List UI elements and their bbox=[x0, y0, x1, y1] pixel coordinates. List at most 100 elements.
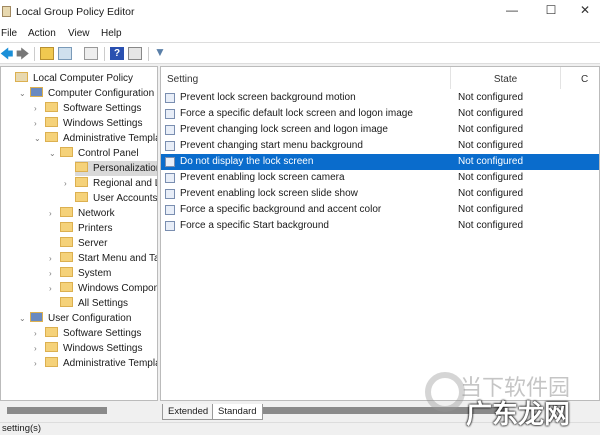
tree-item[interactable]: › System bbox=[49, 266, 111, 281]
folder-icon bbox=[45, 132, 58, 142]
tree-item-label: Control Panel bbox=[78, 148, 139, 159]
properties-icon[interactable] bbox=[128, 47, 142, 60]
folder-icon bbox=[60, 252, 73, 262]
setting-row[interactable]: Prevent changing lock screen and logon i… bbox=[161, 122, 599, 138]
column-setting[interactable]: Setting bbox=[161, 67, 451, 89]
setting-state: Not configured bbox=[458, 204, 524, 215]
tab-standard[interactable]: Standard bbox=[212, 404, 263, 420]
tree-item-label: Server bbox=[78, 238, 108, 249]
setting-row[interactable]: Prevent enabling lock screen slide show N… bbox=[161, 186, 599, 202]
chevron-right-icon[interactable]: › bbox=[34, 326, 37, 341]
chevron-right-icon[interactable]: › bbox=[34, 341, 37, 356]
folder-icon bbox=[60, 237, 73, 247]
policy-setting-icon bbox=[165, 157, 175, 167]
setting-name: Prevent changing lock screen and logon i… bbox=[180, 124, 388, 135]
tree-item[interactable]: ⌄ User Configuration bbox=[19, 311, 131, 326]
chevron-down-icon[interactable]: ⌄ bbox=[49, 146, 56, 161]
maximize-button[interactable]: ☐ bbox=[536, 3, 566, 21]
setting-row[interactable]: Force a specific Start background Not con… bbox=[161, 218, 599, 234]
policy-setting-icon bbox=[165, 221, 175, 231]
tree-item[interactable]: Server bbox=[60, 236, 107, 251]
menu-action[interactable]: Action bbox=[28, 28, 56, 39]
setting-state: Not configured bbox=[458, 156, 524, 167]
setting-state: Not configured bbox=[458, 124, 524, 135]
folder-icon bbox=[60, 282, 73, 292]
tab-extended[interactable]: Extended bbox=[162, 404, 215, 420]
chevron-right-icon[interactable]: › bbox=[34, 356, 37, 371]
tree-item[interactable]: Local Computer Policy bbox=[15, 71, 133, 86]
tree-item[interactable]: › Regional and Lang bbox=[64, 176, 157, 191]
show-hide-tree-icon[interactable] bbox=[58, 47, 72, 60]
menu-view[interactable]: View bbox=[68, 28, 90, 39]
tree-item[interactable]: Printers bbox=[60, 221, 112, 236]
folder-icon bbox=[60, 222, 73, 232]
setting-row[interactable]: Prevent lock screen background motion Not… bbox=[161, 90, 599, 106]
tree-item-label: Local Computer Policy bbox=[33, 73, 134, 84]
folder-icon bbox=[60, 207, 73, 217]
close-button[interactable]: ✕ bbox=[570, 3, 600, 21]
tree-item-label: Start Menu and Taskba bbox=[78, 253, 157, 264]
tree-item-label: Printers bbox=[78, 223, 113, 234]
tree-item-label: Computer Configuration bbox=[48, 88, 155, 99]
tree-item[interactable]: › Software Settings bbox=[34, 326, 141, 341]
up-folder-icon[interactable] bbox=[40, 47, 54, 60]
chevron-right-icon[interactable]: › bbox=[64, 176, 67, 191]
folder-icon bbox=[45, 357, 58, 367]
export-list-icon[interactable] bbox=[84, 47, 98, 60]
column-comment[interactable]: C bbox=[561, 67, 599, 89]
setting-name: Force a specific background and accent c… bbox=[180, 204, 382, 215]
tree-item[interactable]: › Windows Components bbox=[49, 281, 157, 296]
tree-item[interactable]: User Accounts bbox=[75, 191, 157, 206]
tree-item[interactable]: › Start Menu and Taskba bbox=[49, 251, 157, 266]
setting-row[interactable]: Prevent enabling lock screen camera Not c… bbox=[161, 170, 599, 186]
back-icon[interactable]: 🡄 bbox=[0, 45, 14, 61]
chevron-right-icon[interactable]: › bbox=[34, 116, 37, 131]
chevron-right-icon[interactable]: › bbox=[34, 101, 37, 116]
policy-setting-icon bbox=[165, 93, 175, 103]
setting-name: Force a specific default lock screen and… bbox=[180, 108, 413, 119]
setting-state: Not configured bbox=[458, 108, 524, 119]
filter-icon[interactable]: ▼ bbox=[154, 45, 168, 59]
chevron-down-icon[interactable]: ⌄ bbox=[19, 311, 26, 326]
minimize-button[interactable]: — bbox=[497, 3, 527, 21]
column-state[interactable]: State bbox=[451, 67, 561, 89]
folder-icon bbox=[60, 147, 73, 157]
tree-item[interactable]: ⌄ Control Panel bbox=[49, 146, 139, 161]
menu-help[interactable]: Help bbox=[101, 28, 122, 39]
folder-icon bbox=[45, 327, 58, 337]
setting-row[interactable]: Prevent changing start menu background No… bbox=[161, 138, 599, 154]
tree-item[interactable]: › Network bbox=[49, 206, 115, 221]
chevron-down-icon[interactable]: ⌄ bbox=[19, 86, 26, 101]
forward-icon[interactable]: 🡆 bbox=[16, 45, 30, 61]
tree-item[interactable]: › Software Settings bbox=[34, 101, 142, 116]
setting-row[interactable]: Force a specific background and accent c… bbox=[161, 202, 599, 218]
menu-file[interactable]: File bbox=[1, 28, 17, 39]
setting-row[interactable]: Force a specific default lock screen and… bbox=[161, 106, 599, 122]
help-icon[interactable]: ? bbox=[110, 47, 124, 60]
tree-item[interactable]: › Windows Settings bbox=[34, 341, 142, 356]
tree-item[interactable]: › Administrative Templates bbox=[34, 356, 157, 371]
chevron-right-icon[interactable]: › bbox=[49, 206, 52, 221]
chevron-down-icon[interactable]: ⌄ bbox=[34, 131, 41, 146]
tree-item[interactable]: › Windows Settings bbox=[34, 116, 143, 131]
chevron-right-icon[interactable]: › bbox=[49, 266, 52, 281]
tree-horizontal-scrollbar[interactable] bbox=[7, 407, 107, 414]
setting-name: Prevent lock screen background motion bbox=[180, 92, 356, 103]
chevron-right-icon[interactable]: › bbox=[49, 281, 52, 296]
watermark-bottom: 广东龙网 bbox=[466, 399, 571, 429]
tree-item[interactable]: All Settings bbox=[60, 296, 128, 311]
setting-state: Not configured bbox=[458, 220, 524, 231]
tree-item-label: Windows Settings bbox=[63, 118, 143, 129]
tree-item[interactable]: ⌄ Administrative Templates bbox=[34, 131, 157, 146]
title-bar: Local Group Policy Editor — ☐ ✕ bbox=[0, 0, 600, 24]
chevron-right-icon[interactable]: › bbox=[49, 251, 52, 266]
setting-row[interactable]: Do not display the lock screen Not config… bbox=[161, 154, 599, 170]
folder-icon bbox=[45, 342, 58, 352]
policy-icon bbox=[30, 312, 43, 322]
tree-item[interactable]: ⌄ Computer Configuration bbox=[19, 86, 155, 101]
tree-item[interactable]: Personalization bbox=[75, 161, 157, 176]
tree-item-label: Software Settings bbox=[63, 103, 142, 114]
folder-icon bbox=[75, 162, 88, 172]
watermark-logo bbox=[425, 372, 465, 412]
policy-setting-icon bbox=[165, 125, 175, 135]
